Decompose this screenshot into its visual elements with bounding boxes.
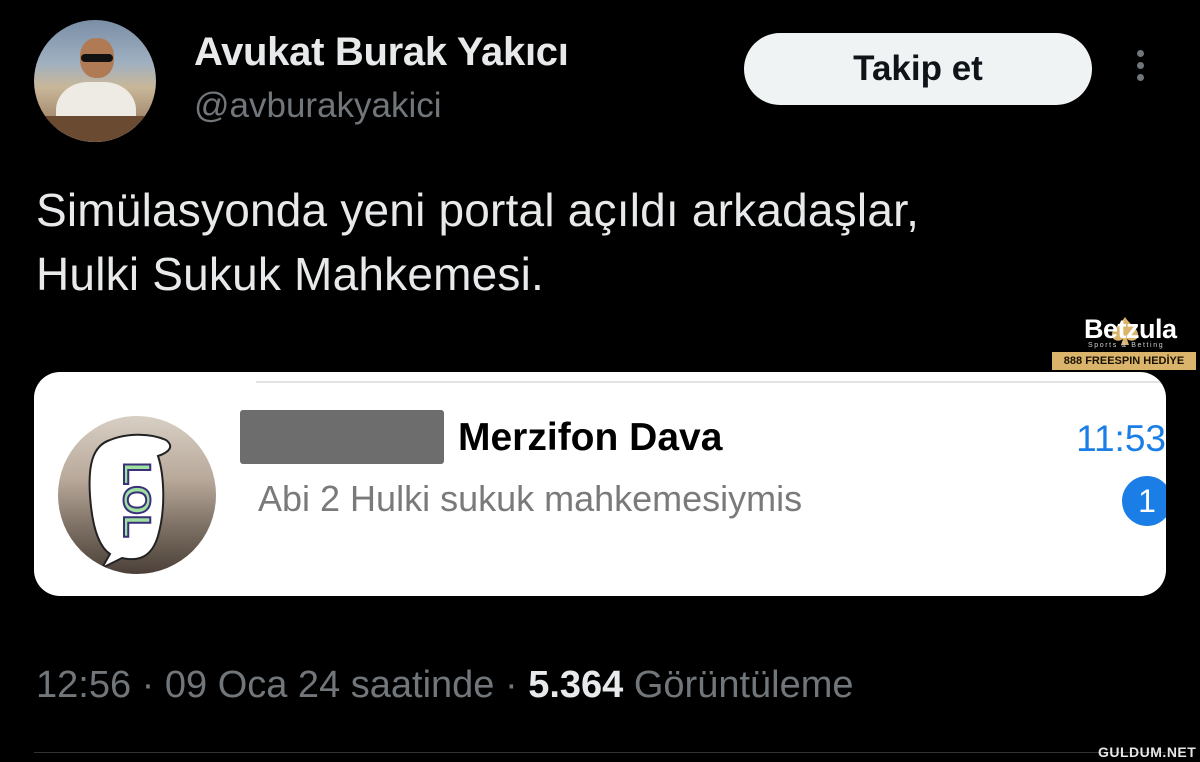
chat-avatar: LOL: [58, 416, 216, 574]
tweet-timestamp[interactable]: 12:56 · 09 Oca 24 saatinde ·: [36, 664, 528, 706]
vertical-ellipsis-icon[interactable]: [1130, 50, 1150, 90]
chat-time: 11:53: [1076, 418, 1166, 459]
tweet-text-line: Hulki Sukuk Mahkemesi.: [36, 248, 545, 300]
ad-tagline: Sports & Betting: [1088, 342, 1165, 349]
redacted-name: [240, 410, 444, 464]
follow-button[interactable]: Takip et: [744, 33, 1092, 105]
views-label: Görüntüleme: [623, 664, 854, 706]
chat-avatar-text: LOL: [115, 462, 157, 538]
author-handle[interactable]: @avburakyakici: [194, 86, 442, 126]
tweet-text-line: Simülasyonda yeni portal açıldı arkadaşl…: [36, 184, 920, 236]
author-name[interactable]: Avukat Burak Yakıcı: [194, 30, 569, 75]
author-avatar[interactable]: [34, 20, 156, 142]
tweet-meta: 12:56 · 09 Oca 24 saatinde · 5.364 Görün…: [36, 664, 854, 707]
tweet-text: Simülasyonda yeni portal açıldı arkadaşl…: [36, 178, 1156, 306]
views-count: 5.364: [528, 664, 624, 706]
chat-message-preview: Abi 2 Hulki sukuk mahkemesiymis: [258, 478, 803, 519]
divider: [34, 752, 1166, 753]
ad-promo: 888 FREESPIN HEDİYE: [1052, 352, 1196, 370]
ad-banner[interactable]: Betzula Sports & Betting 888 FREESPIN HE…: [1052, 314, 1196, 372]
embedded-chat-screenshot[interactable]: LOL Merzifon Dava 11:53 Abi 2 Hulki suku…: [34, 372, 1166, 596]
chat-title: Merzifon Dava: [458, 416, 723, 459]
watermark: GULDUM.NET: [1098, 744, 1197, 760]
unread-badge: 1: [1122, 476, 1166, 526]
ad-brand: Betzula: [1084, 314, 1177, 344]
